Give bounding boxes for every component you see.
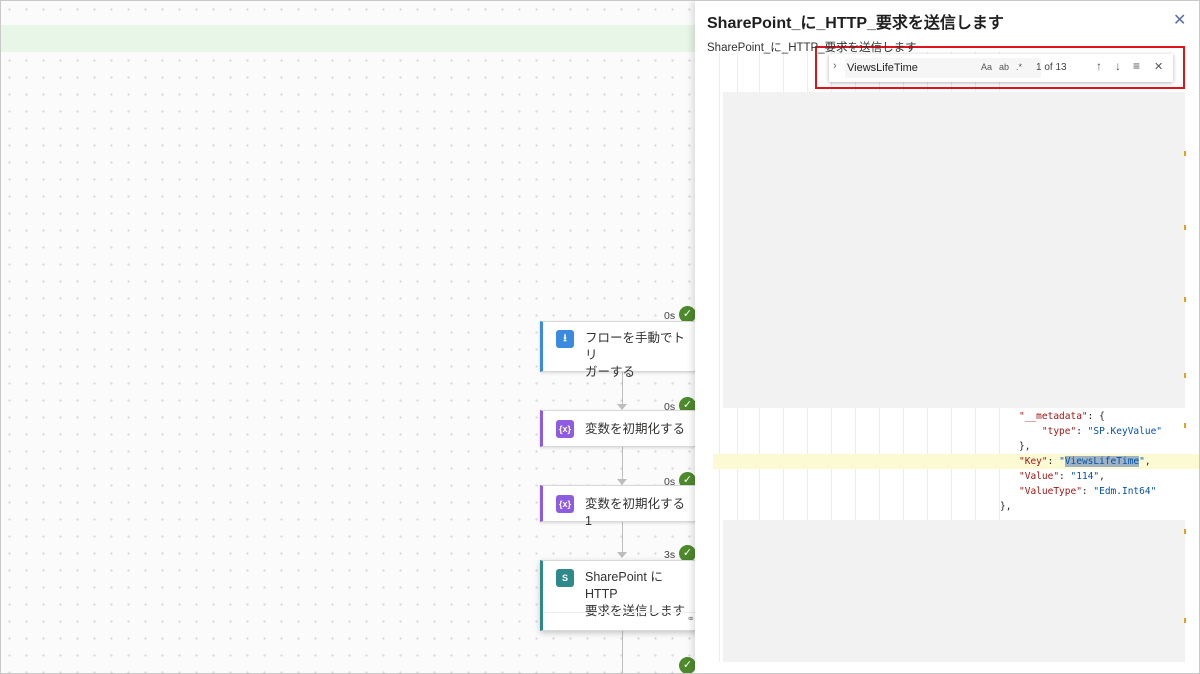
code-token: },	[1019, 441, 1031, 452]
code-token: "ValueType"	[1019, 486, 1082, 497]
scroll-match-marker	[1184, 529, 1186, 534]
find-widget: › Aa ab .* 1 of 13 ↑ ↓ ≡ ✕	[829, 54, 1173, 82]
action-details-panel: SharePoint_に_HTTP_要求を送信します ✕ SharePoint_…	[695, 1, 1199, 673]
scroll-match-marker	[1184, 225, 1186, 230]
scroll-match-marker	[1184, 373, 1186, 378]
node-label-line1: SharePoint に HTTP	[585, 570, 663, 601]
download-arrow-icon: ⭳	[556, 330, 574, 348]
code-token: "__metadata"	[1019, 411, 1088, 422]
scroll-match-marker	[1184, 297, 1186, 302]
connector-arrow	[617, 552, 627, 558]
toggle-replace-button[interactable]: ›	[833, 60, 837, 72]
find-in-selection-button[interactable]: ≡	[1133, 59, 1140, 73]
close-find-button[interactable]: ✕	[1154, 60, 1163, 73]
redacted-region	[723, 520, 1185, 662]
panel-title: SharePoint_に_HTTP_要求を送信します	[707, 15, 1004, 32]
code-token: : {	[1087, 411, 1105, 422]
use-regex-button[interactable]: .*	[1016, 62, 1022, 72]
previous-match-button[interactable]: ↑	[1096, 59, 1102, 73]
sharepoint-icon: S	[556, 569, 574, 587]
run-status-strip	[1, 25, 701, 52]
scroll-match-marker	[1184, 618, 1186, 623]
flow-node-init-variable[interactable]: {x} 変数を初期化する	[540, 410, 702, 447]
scroll-match-marker	[1184, 423, 1186, 428]
close-panel-button[interactable]: ✕	[1173, 10, 1186, 30]
node-label-line2: ガーする	[585, 365, 636, 379]
node-label: 変数を初期化する 1	[585, 497, 686, 528]
code-token: "Value"	[1019, 471, 1060, 482]
code-token: "Edm.Int64"	[1093, 486, 1157, 497]
connector	[622, 631, 623, 673]
link-icon: ⚭	[686, 614, 695, 625]
match-case-button[interactable]: Aa	[981, 62, 992, 72]
find-input[interactable]	[845, 58, 1041, 78]
app-window: 0s ✓ ⭳ フローを手動でトリ ガーする 0s ✓ {x} 変数を初期化する …	[0, 0, 1200, 674]
code-token: "SP.KeyValue"	[1087, 426, 1163, 437]
variable-braces-icon: {x}	[556, 495, 574, 513]
panel-subtitle: SharePoint_に_HTTP_要求を送信します	[707, 42, 917, 54]
flow-canvas[interactable]: 0s ✓ ⭳ フローを手動でトリ ガーする 0s ✓ {x} 変数を初期化する …	[1, 1, 702, 673]
flow-node-init-variable-1[interactable]: {x} 変数を初期化する 1	[540, 485, 702, 528]
code-token: "114"	[1070, 471, 1100, 482]
flow-node-sharepoint-http[interactable]: S SharePoint に HTTP 要求を送信します ⚭	[540, 560, 702, 631]
variable-braces-icon: {x}	[556, 420, 574, 438]
node-label-line1: フローを手動でトリ	[585, 331, 686, 362]
next-match-button[interactable]: ↓	[1115, 59, 1121, 73]
code-token: "type"	[1041, 426, 1077, 437]
node-footer: ⚭	[543, 612, 701, 630]
code-line-close: },	[1000, 501, 1012, 512]
code-lines: "__metadata": { "type": "SP.KeyValue" },…	[1019, 411, 1163, 497]
connector	[622, 447, 623, 479]
success-check-icon: ✓	[679, 657, 696, 673]
code-token: "Key"	[1019, 456, 1048, 467]
redacted-region	[723, 92, 1185, 408]
scroll-match-marker	[1184, 151, 1186, 156]
code-editor[interactable]: "__metadata": { "type": "SP.KeyValue" },…	[713, 52, 1199, 662]
node-label: 変数を初期化する	[585, 422, 686, 436]
match-count: 1 of 13	[1036, 62, 1067, 73]
flow-node-manual-trigger[interactable]: ⭳ フローを手動でトリ ガーする	[540, 321, 702, 379]
match-whole-word-button[interactable]: ab	[999, 62, 1009, 72]
search-match-highlight: ViewsLifeTime	[1064, 456, 1140, 467]
